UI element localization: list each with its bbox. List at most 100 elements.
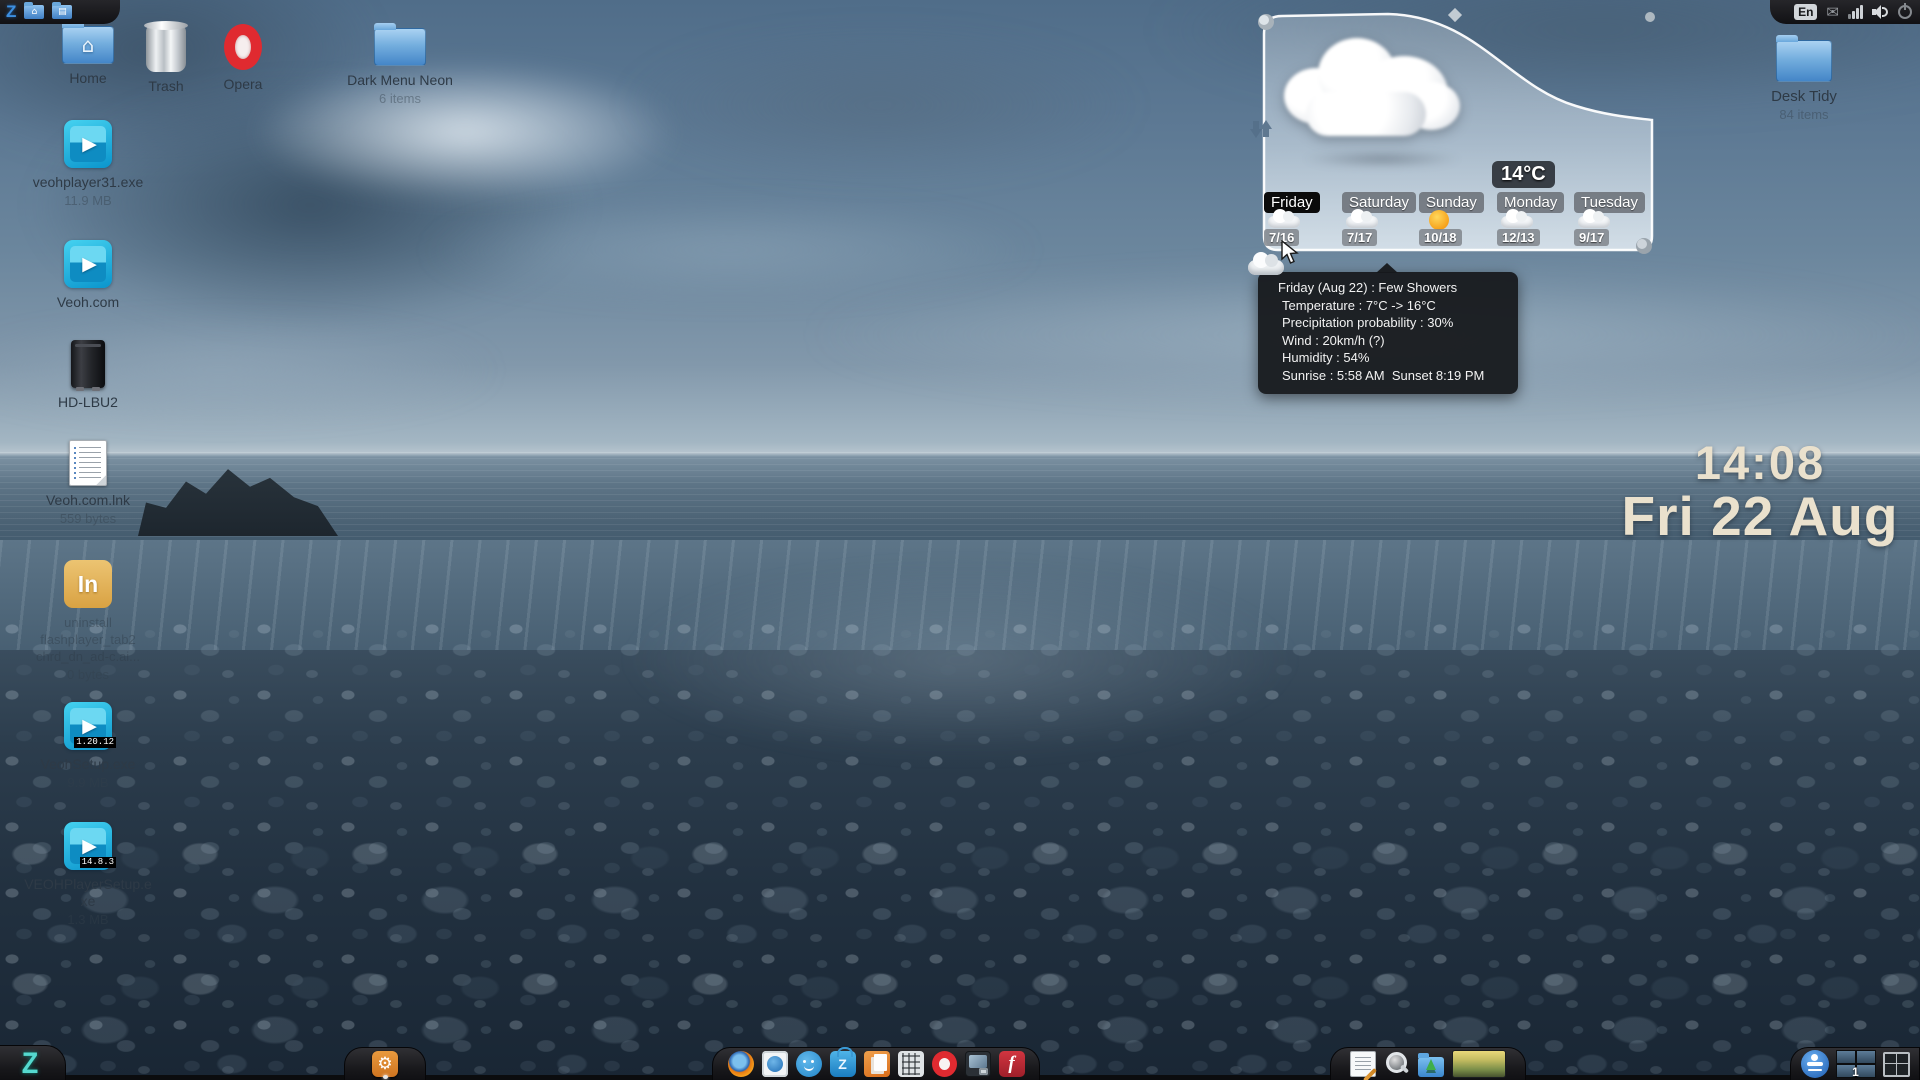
weather-day-saturday[interactable]: Saturday 7/17: [1342, 192, 1420, 256]
day-label[interactable]: Monday: [1497, 192, 1564, 213]
dock-zorin-menu[interactable]: Z: [0, 1045, 66, 1080]
tooltip-line: Humidity : 54%: [1282, 349, 1508, 367]
day-temps[interactable]: 9/17: [1574, 229, 1609, 246]
weather-day-friday[interactable]: Friday 7/16: [1264, 192, 1342, 256]
icon-sublabel: 1.3 MB: [24, 912, 152, 927]
cloudy-icon: [1346, 216, 1378, 228]
cloudy-icon: [1268, 216, 1300, 228]
icon-sublabel: 0 bytes: [24, 667, 152, 682]
icon-label: uninstall flashplayer_tab2 chrd_dn_ad-c.…: [24, 614, 152, 665]
firefox-icon[interactable]: [728, 1051, 754, 1077]
desktop-icon-veohsetup[interactable]: ▶ 1.20.12 VeohSetup.exe 9.9 MB: [24, 702, 152, 790]
clock-date: Fri 22 Aug: [1610, 488, 1910, 544]
folder-tree-icon[interactable]: [1418, 1057, 1444, 1077]
icon-label: HD-LBU2: [24, 394, 152, 411]
desktop-icon-veoh-com-lnk[interactable]: Veoh.com.lnk 559 bytes: [24, 440, 152, 526]
running-indicator: [383, 1075, 388, 1079]
search-icon[interactable]: [1384, 1051, 1410, 1077]
veoh-player-icon: ▶ 1.20.12: [64, 702, 112, 750]
tooltip-line: Wind : 20km/h (?): [1282, 332, 1508, 350]
network-signal-icon[interactable]: [1848, 5, 1863, 19]
keyboard-layout-indicator[interactable]: En: [1794, 4, 1817, 20]
icon-label: Veoh.com.lnk: [24, 492, 152, 509]
icon-label: Desk Tidy: [1740, 88, 1868, 105]
weather-day-tuesday[interactable]: Tuesday 9/17: [1574, 192, 1652, 256]
desktop-icon-veohplayer31[interactable]: ▶ veohplayer31.exe 11.9 MB: [24, 120, 152, 208]
icon-sublabel: 6 items: [336, 91, 464, 106]
veoh-player-icon: ▶: [64, 120, 112, 168]
day-label[interactable]: Sunday: [1419, 192, 1484, 213]
mouse-cursor: [1280, 240, 1302, 266]
desktop-icon-dark-menu-neon[interactable]: Dark Menu Neon 6 items: [336, 28, 464, 106]
day-label[interactable]: Friday: [1264, 192, 1320, 213]
desktop-icon-veohplayersetup[interactable]: ▶ 14.8.3 VEOHPlayerSetup.exe 1.3 MB: [24, 822, 152, 927]
home-folder-icon[interactable]: ⌂: [24, 5, 44, 19]
dock-settings-group: ⚙: [344, 1047, 426, 1080]
cloudy-icon: [1578, 216, 1610, 228]
dock-right-group: 1: [1790, 1047, 1920, 1080]
text-editor-icon[interactable]: [1350, 1051, 1376, 1077]
tooltip-line: Temperature : 7°C -> 16°C: [1282, 297, 1508, 315]
desktop-icon-opera[interactable]: Opera: [179, 24, 307, 93]
veoh-player-icon: ▶: [64, 240, 112, 288]
mail-icon[interactable]: ✉: [1826, 2, 1839, 22]
power-icon[interactable]: [1898, 5, 1912, 19]
dock-center-group: Z f: [712, 1047, 1040, 1080]
workspace-number: 1: [1836, 1065, 1876, 1079]
current-temperature: 14°C: [1492, 161, 1555, 188]
scroll-arrows-icon[interactable]: [1250, 120, 1272, 146]
day-temps[interactable]: 7/17: [1342, 229, 1377, 246]
zorin-menu-icon[interactable]: Z: [6, 1, 16, 23]
screenshot-tool-icon[interactable]: [965, 1051, 991, 1077]
folder-icon: [1776, 40, 1832, 82]
icon-sublabel: 11.9 MB: [24, 193, 152, 208]
top-left-panel: Z ⌂ ▤: [0, 0, 120, 24]
icon-label: VeohSetup.exe: [24, 756, 152, 773]
icon-label: Veoh.com: [24, 294, 152, 311]
icon-label: Opera: [179, 76, 307, 93]
icon-label: Dark Menu Neon: [336, 72, 464, 89]
version-badge: 14.8.3: [80, 857, 116, 868]
show-desktop-icon[interactable]: [1883, 1052, 1910, 1077]
zorin-logo-icon[interactable]: Z: [22, 1046, 39, 1080]
weather-widget[interactable]: 14°C Friday 7/16 Saturday 7/17 Sunday 10…: [1256, 8, 1658, 258]
tooltip-title: Friday (Aug 22) : Few Showers: [1278, 279, 1508, 297]
icon-sublabel: 84 items: [1740, 107, 1868, 122]
desktop-clock: 14:08 Fri 22 Aug: [1610, 438, 1910, 544]
icon-sublabel: 559 bytes: [24, 511, 152, 526]
day-temps[interactable]: 12/13: [1497, 229, 1540, 246]
photo-viewer-icon[interactable]: [1452, 1050, 1506, 1078]
workspace-switcher[interactable]: 1: [1836, 1050, 1876, 1078]
documents-folder-icon[interactable]: ▤: [52, 5, 72, 19]
desktop-icon-hd-lbu2[interactable]: HD-LBU2: [24, 340, 152, 411]
icon-label: veohplayer31.exe: [24, 174, 152, 191]
current-weather-cloud-icon: [1284, 30, 1464, 140]
weather-tooltip: Friday (Aug 22) : Few Showers Temperatur…: [1258, 272, 1518, 394]
opera-icon: [224, 24, 262, 70]
desktop-icon-veoh-com[interactable]: ▶ Veoh.com: [24, 240, 152, 311]
desktop-icon-uninstall-flashplayer[interactable]: In uninstall flashplayer_tab2 chrd_dn_ad…: [24, 560, 152, 682]
thunderbird-icon[interactable]: [762, 1051, 788, 1077]
weather-day-sunday[interactable]: Sunday 10/18: [1419, 192, 1497, 256]
desktop: Z ⌂ ▤ En ✉ ⌂ Home Trash Opera Dark Menu …: [0, 0, 1920, 1080]
accessibility-person-icon[interactable]: [1801, 1050, 1829, 1078]
tooltip-line: Precipitation probability : 30%: [1282, 314, 1508, 332]
version-badge: 1.20.12: [74, 737, 116, 748]
in-square-icon: In: [64, 560, 112, 608]
text-document-icon: [69, 440, 107, 486]
icon-label: VEOHPlayerSetup.exe: [24, 876, 152, 910]
settings-icon[interactable]: ⚙: [372, 1051, 398, 1077]
zorin-software-icon[interactable]: Z: [830, 1051, 856, 1077]
libreoffice-icon[interactable]: [864, 1051, 890, 1077]
dock-utility-group: [1330, 1047, 1526, 1080]
flash-player-icon[interactable]: f: [999, 1051, 1025, 1077]
calculator-icon[interactable]: [898, 1051, 924, 1077]
chat-messenger-icon[interactable]: [796, 1051, 822, 1077]
sunny-icon: [1429, 210, 1449, 230]
day-temps[interactable]: 10/18: [1419, 229, 1462, 246]
external-drive-icon: [71, 340, 105, 388]
weather-day-monday[interactable]: Monday 12/13: [1497, 192, 1575, 256]
opera-icon[interactable]: [932, 1051, 957, 1077]
desktop-icon-desk-tidy[interactable]: Desk Tidy 84 items: [1740, 40, 1868, 122]
volume-icon[interactable]: [1872, 5, 1889, 19]
